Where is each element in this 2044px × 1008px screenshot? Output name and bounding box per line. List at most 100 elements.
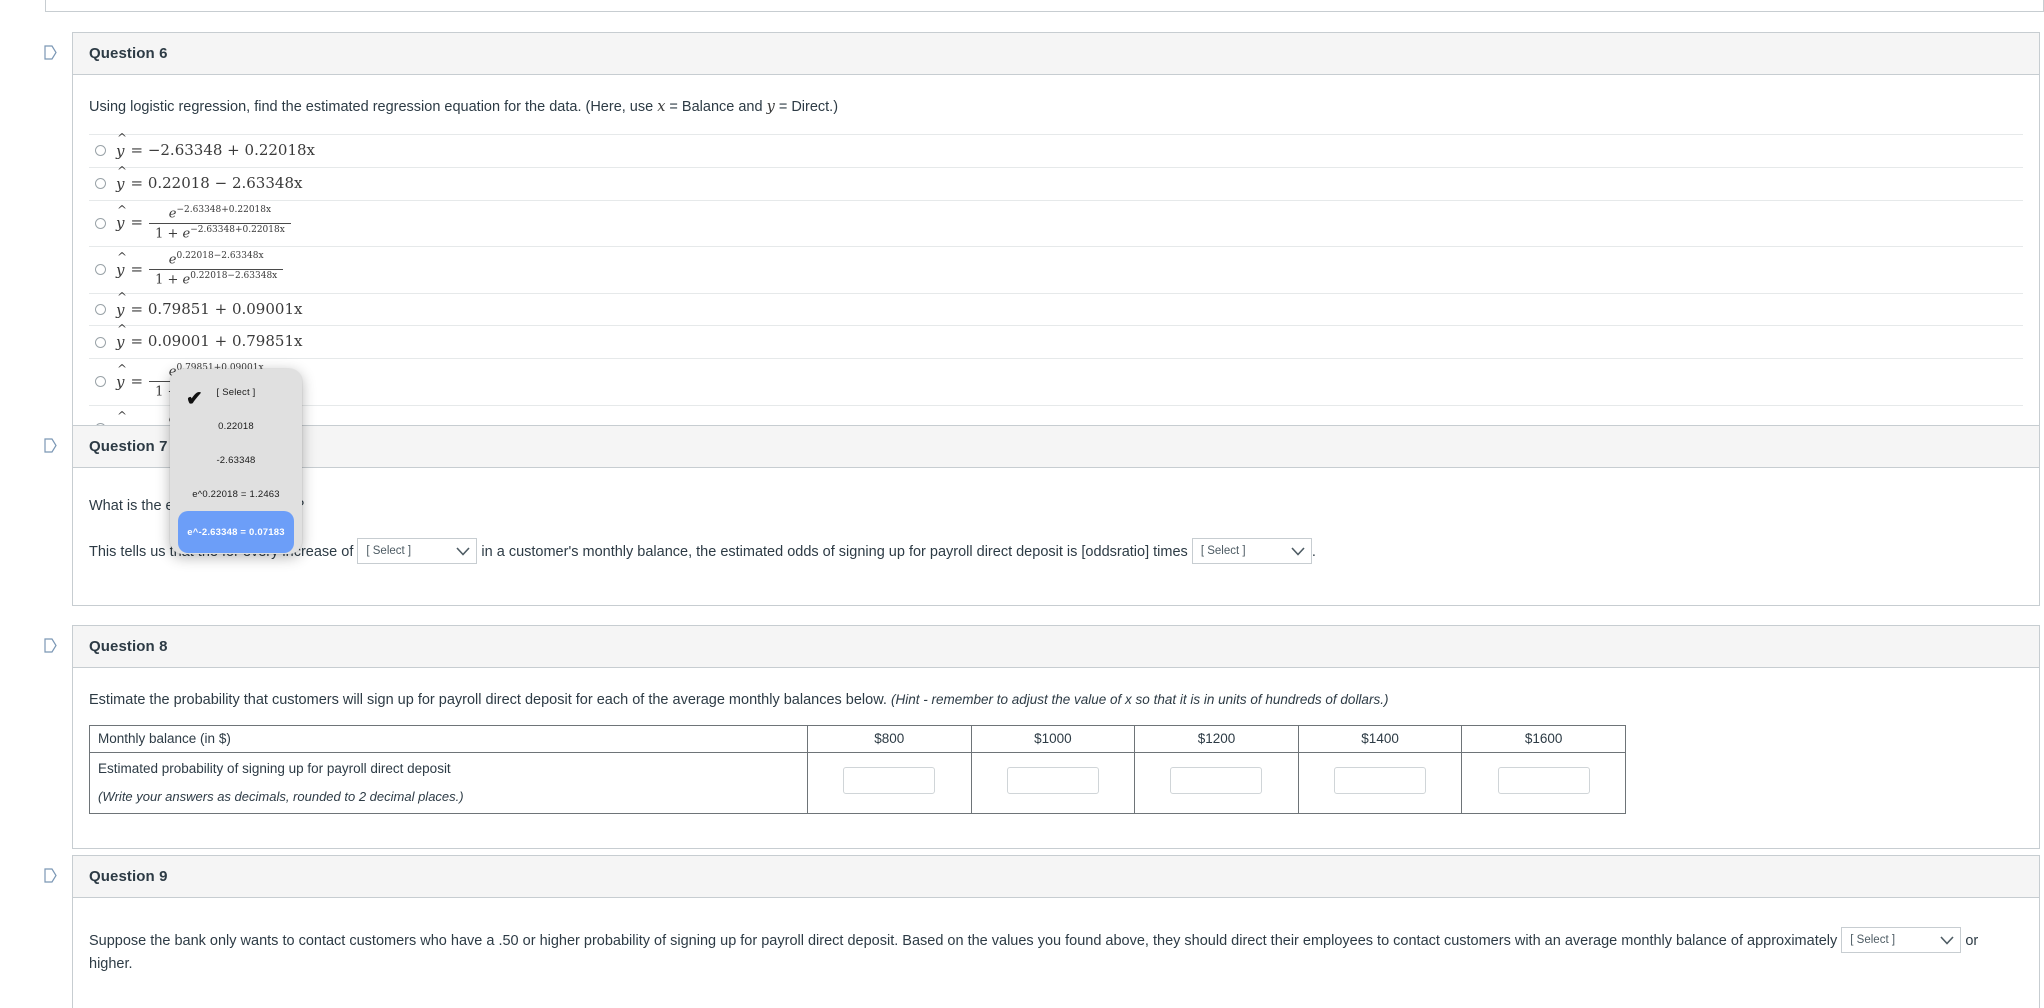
question-6-flag[interactable] [28, 32, 72, 60]
dropdown-option-select[interactable]: ✔ [ Select ] [170, 375, 302, 410]
q8-prompt-text: Estimate the probability that customers … [89, 692, 891, 708]
answer-cell-3 [1134, 751, 1299, 814]
q7-line2-mid: in a customer's monthly balance, the est… [481, 543, 1188, 560]
option-2[interactable]: y= 0.22018 − 2.63348x [89, 163, 2023, 200]
q9-text-pre: Suppose the bank only wants to contact c… [89, 932, 1838, 949]
answer-cell-4 [1297, 751, 1463, 814]
question-9-title: Question 9 [73, 856, 2039, 898]
chevron-down-icon [1291, 546, 1305, 556]
option-expression: y= 0.09001 + 0.79851x [116, 321, 308, 354]
quiz-page: Question 6 Using logistic regression, fi… [0, 0, 2044, 1008]
radio-button[interactable] [95, 217, 106, 229]
option-4-den-exp: 0.22018−2.63348x [190, 271, 278, 282]
question-7-body: What is the estimated odds ratio? This t… [73, 468, 2039, 605]
radio-button[interactable] [95, 178, 106, 190]
select-value: [ Select ] [366, 544, 412, 557]
dropdown-option-label: e^0.22018 = 1.2463 [192, 488, 280, 500]
option-2-expr: = 0.22018 − 2.63348x [130, 173, 303, 192]
option-3[interactable]: y= e−2.63348+0.22018x 1 + e−2.63348+0.22… [89, 199, 2023, 247]
option-5-expr: = 0.79851 + 0.09001x [130, 299, 303, 318]
radio-button[interactable] [95, 145, 106, 157]
odds-ratio-select[interactable]: [ Select ] [357, 538, 478, 565]
question-9-flag[interactable] [28, 855, 72, 883]
question-9-body: Suppose the bank only wants to contact c… [73, 898, 2039, 1008]
table-header-col-5: $1600 [1461, 725, 1626, 753]
check-icon: ✔ [186, 388, 203, 410]
question-8-flag[interactable] [28, 625, 72, 653]
balance-select[interactable]: [ Select ] [1841, 927, 1962, 953]
select-value: [ Select ] [1850, 933, 1896, 946]
answer-input-1000[interactable] [1006, 766, 1099, 794]
question-8-body: Estimate the probability that customers … [73, 668, 2039, 848]
dropdown-option-label: -2.63348 [216, 454, 256, 466]
question-6-options: y= −2.63348 + 0.22018x y= 0.22018 − 2.63… [89, 130, 2023, 453]
answer-cell-5 [1461, 751, 1626, 814]
q6-prompt-eq1: = Balance and [665, 99, 767, 115]
dropdown-option-label: e^-2.63348 = 0.07183 [187, 526, 285, 538]
q6-prompt-pre: Using logistic regression, find the esti… [89, 99, 658, 115]
question-6-body: Using logistic regression, find the esti… [73, 75, 2039, 472]
dropdown-option-exp-022018[interactable]: e^0.22018 = 1.2463 [170, 477, 302, 511]
table-header-col-3: $1200 [1134, 725, 1299, 753]
question-7-card: Question 7 What is the estimated odds ra… [72, 425, 2040, 607]
dropdown-option-exp-neg263348[interactable]: e^-2.63348 = 0.07183 [178, 511, 294, 553]
probability-table: Monthly balance (in $) $800 $1000 $1200 … [89, 725, 1626, 814]
option-5[interactable]: y= 0.79851 + 0.09001x [89, 289, 2023, 326]
question-7-line-2: This tells us that the for every increas… [89, 538, 2023, 565]
dropdown-option-022018[interactable]: 0.22018 [170, 409, 302, 443]
radio-button[interactable] [95, 336, 106, 348]
question-6-card: Question 6 Using logistic regression, fi… [72, 32, 2040, 474]
question-7-title: Question 7 [73, 426, 2039, 468]
option-3-num-exp: −2.63348+0.22018x [176, 204, 272, 215]
chevron-down-icon [1940, 935, 1954, 945]
option-1[interactable]: y= −2.63348 + 0.22018x [89, 130, 2023, 167]
fraction: e−2.63348+0.22018x 1 + e−2.63348+0.22018… [149, 205, 291, 243]
times-select[interactable]: [ Select ] [1191, 538, 1312, 565]
table-header-col-2: $1000 [970, 725, 1136, 753]
flag-icon [43, 438, 57, 453]
fraction: e0.22018−2.63348x 1 + e0.22018−2.63348x [149, 251, 284, 289]
question-8-card: Question 8 Estimate the probability that… [72, 625, 2040, 849]
option-6[interactable]: y= 0.09001 + 0.79851x [89, 321, 2023, 358]
question-8-title: Question 8 [73, 626, 2039, 668]
option-7[interactable]: y= e0.79851+0.09001x 1 + e0.79851+0.0900… [89, 358, 2023, 405]
answer-input-1400[interactable] [1334, 766, 1427, 794]
question-8-block: Question 8 Estimate the probability that… [28, 625, 2040, 849]
dropdown-option-neg263348[interactable]: -2.63348 [170, 443, 302, 477]
chevron-down-icon [456, 546, 470, 556]
q7-line2-end: . [1311, 543, 1316, 560]
option-1-expr: = −2.63348 + 0.22018x [130, 141, 316, 160]
open-dropdown-menu[interactable]: ✔ [ Select ] 0.22018 -2.63348 e^0.22018 … [170, 369, 302, 554]
question-9-block: Question 9 Suppose the bank only wants t… [28, 855, 2040, 1008]
question-7-block: Question 7 What is the estimated odds ra… [28, 425, 2040, 607]
option-6-expr: = 0.09001 + 0.79851x [130, 332, 303, 351]
question-6-prompt: Using logistic regression, find the esti… [89, 97, 2023, 118]
option-4[interactable]: y= e0.22018−2.63348x 1 + e0.22018−2.6334… [89, 246, 2023, 293]
question-7-flag[interactable] [28, 425, 72, 453]
radio-button[interactable] [95, 264, 106, 276]
radio-button[interactable] [95, 303, 106, 315]
option-4-den-pre: 1 + [155, 272, 183, 288]
row-label-sub: (Write your answers as decimals, rounded… [98, 789, 464, 805]
select-value: [ Select ] [1200, 544, 1246, 557]
question-8-prompt: Estimate the probability that customers … [89, 690, 2023, 711]
table-row-header: Monthly balance (in $) $800 $1000 $1200 … [89, 725, 1626, 753]
dropdown-option-label: [ Select ] [216, 386, 256, 398]
option-3-den-exp: −2.63348+0.22018x [190, 224, 285, 235]
flag-icon [43, 638, 57, 653]
table-row-label: Estimated probability of signing up for … [89, 751, 808, 814]
question-9-card: Question 9 Suppose the bank only wants t… [72, 855, 2040, 1008]
previous-question-card-bottom [45, 0, 2044, 12]
option-expression: y= 0.79851 + 0.09001x [116, 289, 308, 322]
answer-input-1600[interactable] [1497, 766, 1590, 794]
option-expression: y= 0.22018 − 2.63348x [116, 163, 308, 196]
flag-icon [43, 45, 57, 60]
radio-button[interactable] [95, 376, 106, 388]
option-4-num-exp: 0.22018−2.63348x [176, 251, 264, 262]
table-row: Estimated probability of signing up for … [89, 751, 1626, 814]
answer-input-800[interactable] [843, 766, 936, 794]
question-6-title: Question 6 [73, 33, 2039, 75]
flag-icon [43, 868, 57, 883]
answer-input-1200[interactable] [1170, 766, 1263, 794]
row-label-main: Estimated probability of signing up for … [98, 760, 451, 776]
